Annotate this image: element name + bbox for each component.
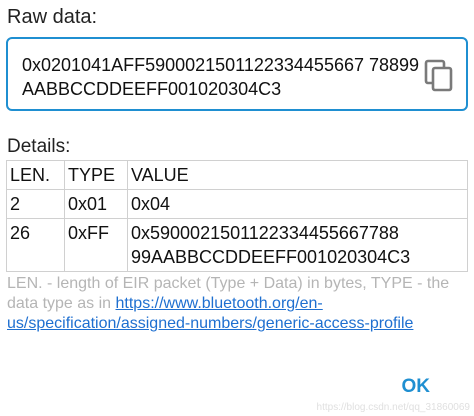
details-label: Details: [7,136,71,157]
raw-data-dialog: Raw data: 0x0201041AFF590002150112233445… [0,0,474,416]
table-row: 2 0x01 0x04 [6,189,468,219]
column-header-value: VALUE [127,160,468,190]
raw-data-label: Raw data: [7,6,98,28]
cell-value: 0x5900021501122334455667788 99AABBCCDDEE… [127,218,468,272]
cell-type: 0x01 [64,189,128,219]
cell-value: 0x04 [127,189,468,219]
ok-button[interactable]: OK [402,376,431,398]
column-header-len: LEN. [6,160,65,190]
raw-data-value[interactable]: 0x0201041AFF5900021501122334455667 78899… [22,53,422,101]
raw-data-box: 0x0201041AFF5900021501122334455667 78899… [6,37,468,111]
cell-type: 0xFF [64,218,128,272]
table-row: 26 0xFF 0x5900021501122334455667788 99AA… [6,218,468,272]
cell-len: 26 [6,218,65,272]
column-header-type: TYPE [64,160,128,190]
copy-icon[interactable] [424,59,454,93]
table-header-row: LEN. TYPE VALUE [6,160,468,190]
eir-explanation: LEN. - length of EIR packet (Type + Data… [7,274,469,334]
watermark: https://blog.csdn.net/qq_31860069 [316,402,470,413]
details-table: LEN. TYPE VALUE 2 0x01 0x04 26 0xFF 0x59… [6,160,468,272]
cell-len: 2 [6,189,65,219]
